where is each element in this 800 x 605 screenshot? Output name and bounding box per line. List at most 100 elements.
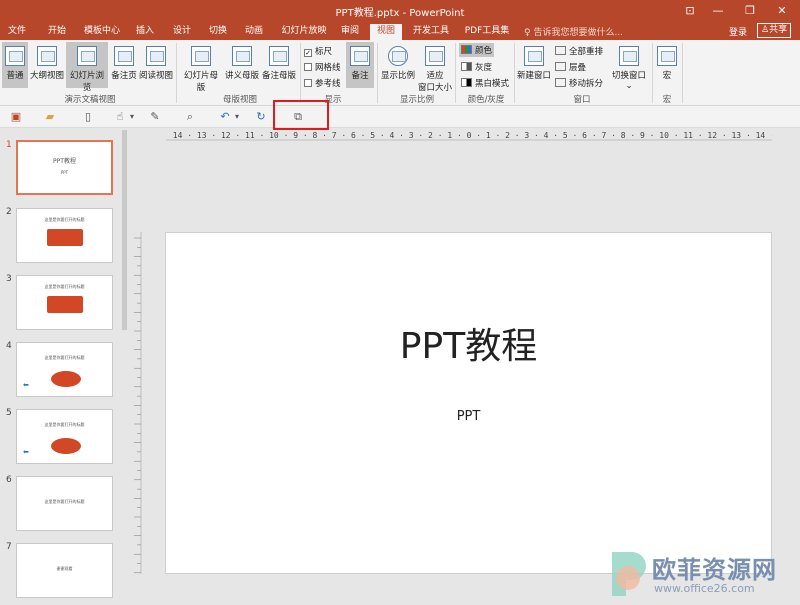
fit-to-window-button[interactable]: 适应 窗口大小 <box>417 42 453 93</box>
ribbon-separator <box>682 43 683 103</box>
guides-checkbox[interactable]: 参考线 <box>304 77 341 89</box>
reading-view-icon <box>146 46 166 66</box>
group-macros-label: 宏 <box>662 95 672 105</box>
print-preview-icon[interactable]: ⌕ <box>182 109 198 125</box>
horizontal-ruler: 16 · 15 · 14 · 13 · 12 · 11 · 10 · 9 · 8… <box>166 131 772 141</box>
spelling-check-icon[interactable]: ✎ <box>147 109 163 125</box>
slide-thumbnails-panel: 1 PPT教程 PPT 2 这里是你要打开的标题 3 这里是你要打开的标题 4 … <box>0 128 127 605</box>
slide-number: 2 <box>6 207 12 217</box>
person-icon: ♙ <box>761 25 770 35</box>
switch-window-button[interactable]: 切换窗口 ⌄ <box>608 42 650 92</box>
macros-button[interactable]: 宏 <box>655 42 679 88</box>
office26-logo-icon <box>612 552 646 596</box>
magnifier-icon <box>388 46 408 66</box>
maximize-button[interactable]: ❐ <box>736 0 764 22</box>
slide-canvas[interactable]: PPT教程 PPT <box>165 232 772 574</box>
vertical-ruler <box>134 232 142 574</box>
fit-window-icon <box>425 46 445 66</box>
slide-master-button[interactable]: 幻灯片母版 <box>180 42 222 93</box>
handout-master-button[interactable]: 讲义母版 <box>224 42 260 88</box>
tab-developer[interactable]: 开发工具 <box>409 24 453 40</box>
slide-thumbnail-7[interactable]: 谢谢观看 <box>16 543 113 598</box>
ribbon-display-options-button[interactable]: ⊡ <box>676 0 704 22</box>
tab-view[interactable]: 视图 <box>370 24 402 40</box>
notes-page-button[interactable]: 备注页 <box>110 42 138 88</box>
group-presentation-views-label: 演示文稿视图 <box>64 95 116 105</box>
ribbon-view: 普通 大纲视图 幻灯片浏览 备注页 阅读视图 演示文稿视图 幻灯片母版 讲义母版… <box>0 40 800 106</box>
slide-title[interactable]: PPT教程 <box>166 317 771 369</box>
normal-view-button[interactable]: 普通 <box>2 42 28 88</box>
tab-templates[interactable]: 模板中心 <box>82 24 122 40</box>
new-window-button[interactable]: 新建窗口 <box>516 42 552 88</box>
quick-access-toolbar: ▣ ▰ ▯ ☝ ▾ ✎ ⌕ ↶ ▾ ↻ ⧉ <box>0 106 800 128</box>
arrange-all-button[interactable]: 全部重排 <box>555 45 603 57</box>
tab-file[interactable]: 文件 <box>4 24 30 40</box>
check-icon: ✓ <box>304 49 312 57</box>
highlight-box <box>273 100 329 130</box>
ribbon-separator <box>377 43 378 103</box>
outline-view-button[interactable]: 大纲视图 <box>30 42 64 88</box>
slide-number: 6 <box>6 475 12 485</box>
share-button[interactable]: ♙共享 <box>757 23 792 38</box>
color-swatch-icon <box>461 45 472 54</box>
watermark-url: www.office26.com <box>654 582 755 595</box>
thumbnails-scrollbar[interactable] <box>122 130 127 330</box>
redo-icon[interactable]: ↻ <box>253 109 269 125</box>
tab-transitions[interactable]: 切换 <box>204 24 232 40</box>
tell-me-search[interactable]: ♀ 告诉我您想要做什么... <box>524 25 623 38</box>
slide-thumbnail-1[interactable]: PPT教程 PPT <box>16 140 113 195</box>
zoom-button[interactable]: 显示比例 <box>380 42 416 88</box>
slide-number: 7 <box>6 542 12 552</box>
chevron-down-icon[interactable]: ▾ <box>124 109 140 125</box>
gridlines-checkbox[interactable]: 网格线 <box>304 61 341 73</box>
login-button[interactable]: 登录 <box>729 25 747 38</box>
slide-subtitle[interactable]: PPT <box>166 409 771 424</box>
watermark: 欧菲资源网 www.office26.com <box>600 544 800 605</box>
ruler-checkbox[interactable]: ✓ 标尺 <box>304 45 332 57</box>
tab-review[interactable]: 审阅 <box>336 24 364 40</box>
cascade-button[interactable]: 层叠 <box>555 61 586 73</box>
chevron-down-icon[interactable]: ▾ <box>229 109 245 125</box>
macros-icon <box>657 46 677 66</box>
new-file-icon[interactable]: ▯ <box>80 109 96 125</box>
handout-master-icon <box>232 46 252 66</box>
grayscale-button[interactable]: 灰度 <box>461 61 492 73</box>
tab-pdf-tools[interactable]: PDF工具集 <box>462 24 512 40</box>
tab-insert[interactable]: 插入 <box>131 24 159 40</box>
switch-window-icon <box>619 46 639 66</box>
close-button[interactable]: ✕ <box>768 0 796 22</box>
notes-master-button[interactable]: 备注母版 <box>261 42 297 88</box>
open-folder-icon[interactable]: ▰ <box>42 109 58 125</box>
slide-sorter-button[interactable]: 幻灯片浏览 <box>66 42 108 93</box>
tab-design[interactable]: 设计 <box>168 24 196 40</box>
slide-number: 1 <box>6 140 12 150</box>
slide-thumbnail-4[interactable]: 这里是你要打开的标题 ⬅ <box>16 342 113 397</box>
notes-page-icon <box>114 46 134 66</box>
arrow-left-icon: ⬅ <box>23 448 29 456</box>
normal-view-icon <box>5 46 25 66</box>
ppt-logo-icon <box>47 296 83 313</box>
group-window-label: 窗口 <box>573 95 591 105</box>
ppt-logo-icon <box>47 229 83 246</box>
notes-button[interactable]: 备注 <box>346 42 374 88</box>
tab-home[interactable]: 开始 <box>42 24 72 40</box>
slide-thumbnail-5[interactable]: 这里是你要打开的标题 ⬅ <box>16 409 113 464</box>
notes-icon <box>350 46 370 66</box>
move-split-button[interactable]: 移动拆分 <box>555 77 603 89</box>
svg-text:16 · 15 · 14 · 13 · 12 · 11 ·: 16 · 15 · 14 · 13 · 12 · 11 · 10 · 9 · 8… <box>166 131 772 140</box>
slide-master-icon <box>191 46 211 66</box>
tab-slideshow[interactable]: 幻灯片放映 <box>278 24 330 40</box>
group-master-views-label: 母版视图 <box>222 95 257 105</box>
reading-view-button[interactable]: 阅读视图 <box>139 42 173 88</box>
slide-thumbnail-6[interactable]: 这里是你要打开的标题 <box>16 476 113 531</box>
slide-thumbnail-2[interactable]: 这里是你要打开的标题 <box>16 208 113 263</box>
slide-number: 5 <box>6 408 12 418</box>
slide-thumbnail-3[interactable]: 这里是你要打开的标题 <box>16 275 113 330</box>
slide-number: 3 <box>6 274 12 284</box>
save-icon[interactable]: ▣ <box>8 109 24 125</box>
ribbon-separator <box>514 43 515 103</box>
color-button[interactable]: 颜色 <box>459 43 495 57</box>
black-white-button[interactable]: 黑白模式 <box>461 77 509 89</box>
minimize-button[interactable]: — <box>704 0 732 22</box>
tab-animations[interactable]: 动画 <box>240 24 268 40</box>
